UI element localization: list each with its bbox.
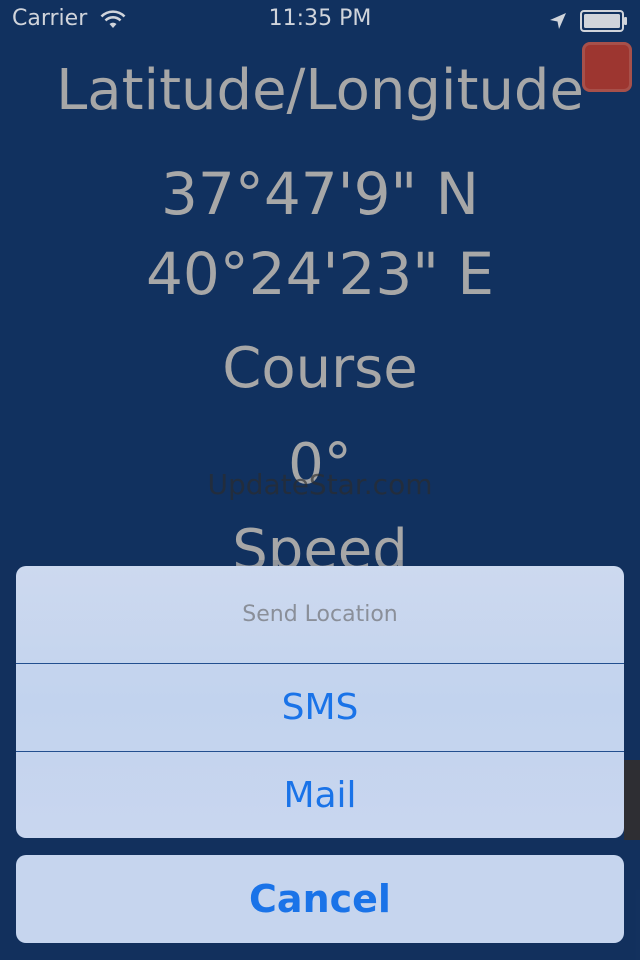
sms-button[interactable]: SMS xyxy=(16,664,624,752)
page-title: Latitude/Longitude xyxy=(56,58,584,123)
longitude-value: 40°24'23" E xyxy=(145,240,495,308)
battery-icon xyxy=(580,10,627,32)
action-sheet: Send Location SMS Mail xyxy=(16,566,624,838)
status-bar: Carrier 11:35 PM xyxy=(0,0,640,40)
latitude-value: 37°47'9" N xyxy=(161,160,479,228)
status-time: 11:35 PM xyxy=(268,6,372,31)
course-label: Course xyxy=(222,336,418,401)
location-arrow-icon xyxy=(550,13,566,29)
watermark: UpdateStar.com xyxy=(207,468,433,501)
cancel-button[interactable]: Cancel xyxy=(16,855,624,943)
action-sheet-title: Send Location xyxy=(16,566,624,664)
mail-button[interactable]: Mail xyxy=(16,752,624,838)
edge-shadow xyxy=(624,760,640,840)
